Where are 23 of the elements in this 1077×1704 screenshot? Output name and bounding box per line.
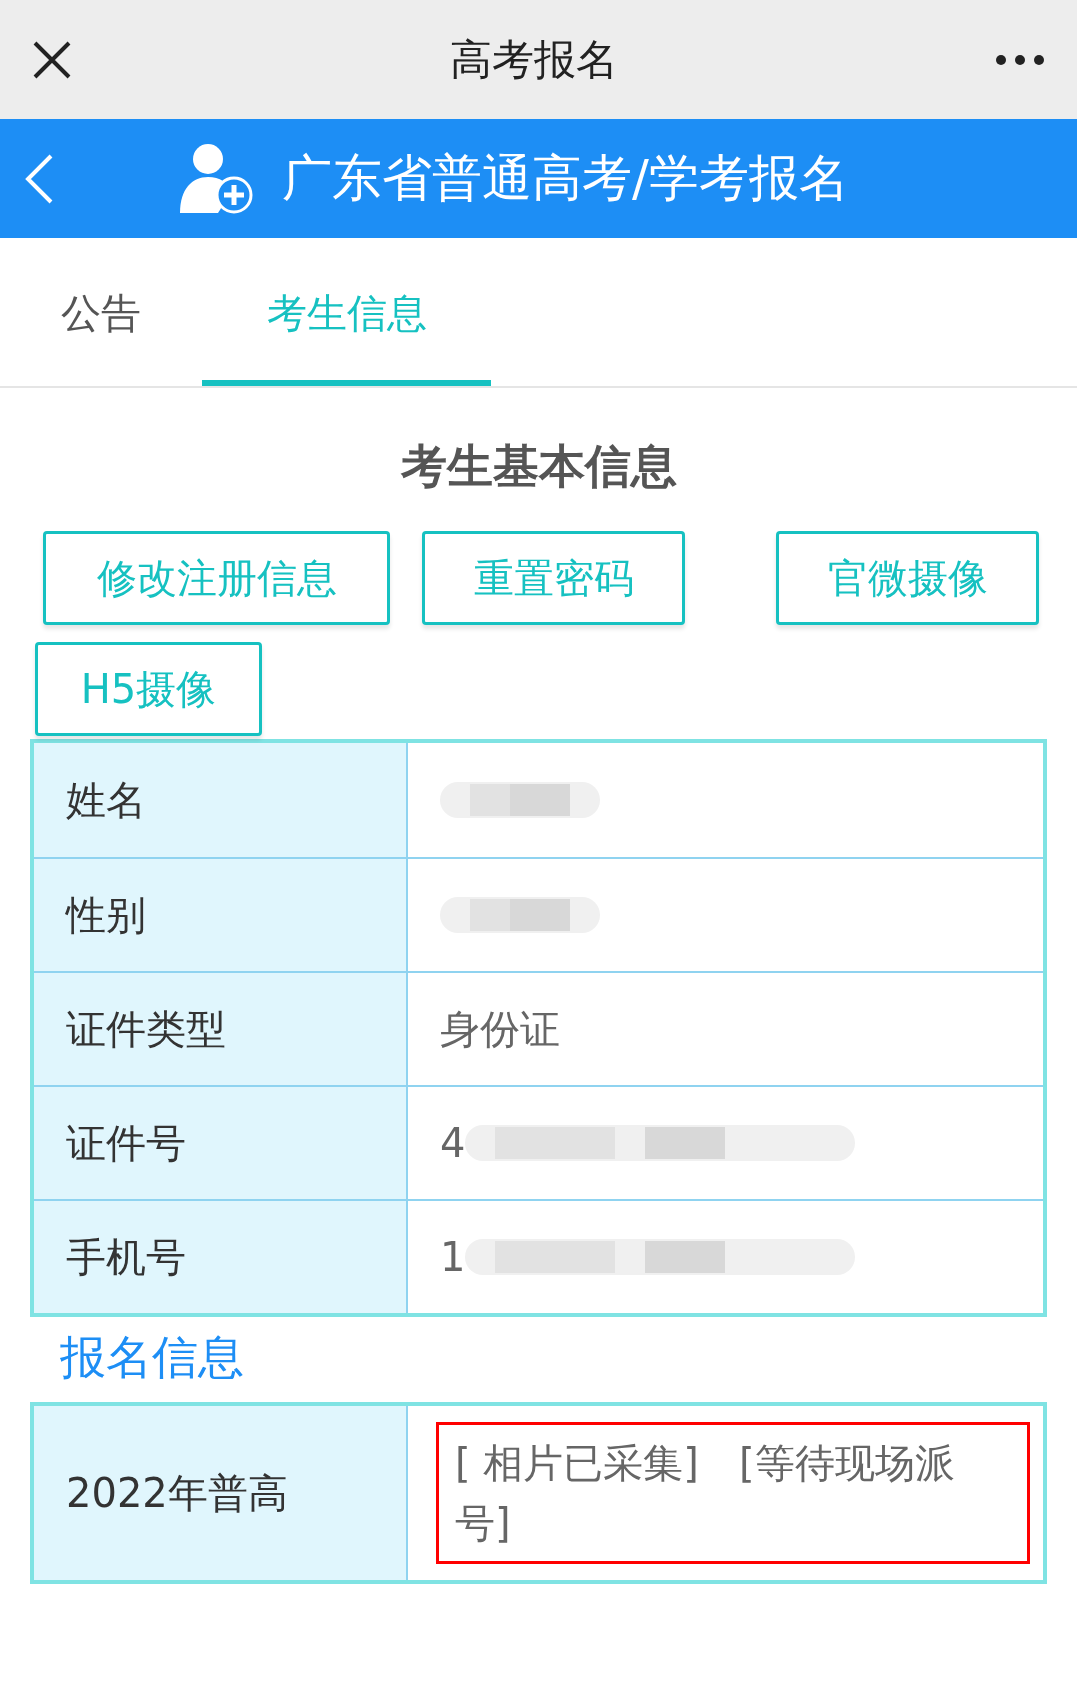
label-cell: 2022年普高 xyxy=(34,1406,408,1580)
label-cell: 姓名 xyxy=(34,743,408,857)
close-icon[interactable] xyxy=(32,39,72,80)
label-cell: 证件号 xyxy=(34,1087,408,1199)
status-text: [ 相片已采集] [等待现场派号] xyxy=(436,1422,1030,1564)
more-icon[interactable] xyxy=(995,53,1045,66)
registration-title: 报名信息 xyxy=(60,1330,244,1384)
tab[interactable]: 考生信息 xyxy=(202,238,491,386)
value-text: 4 xyxy=(440,1119,466,1168)
label-cell: 证件类型 xyxy=(34,973,408,1085)
value-text: 身份证 xyxy=(440,1005,560,1054)
action-button[interactable]: H5摄像 xyxy=(35,642,262,736)
tab[interactable]: 公告 xyxy=(30,238,172,386)
action-button[interactable]: 官微摄像 xyxy=(776,531,1039,625)
action-button[interactable]: 重置密码 xyxy=(422,531,685,625)
label-cell: 性别 xyxy=(34,859,408,971)
window-title: 高考报名 xyxy=(449,34,618,86)
label-cell: 手机号 xyxy=(34,1201,408,1313)
header-title: 广东省普通高考/学考报名 xyxy=(282,148,849,209)
value-text: 1 xyxy=(440,1233,466,1282)
section-title: 考生基本信息 xyxy=(400,438,677,495)
action-button[interactable]: 修改注册信息 xyxy=(43,531,390,625)
back-icon[interactable] xyxy=(24,152,54,205)
